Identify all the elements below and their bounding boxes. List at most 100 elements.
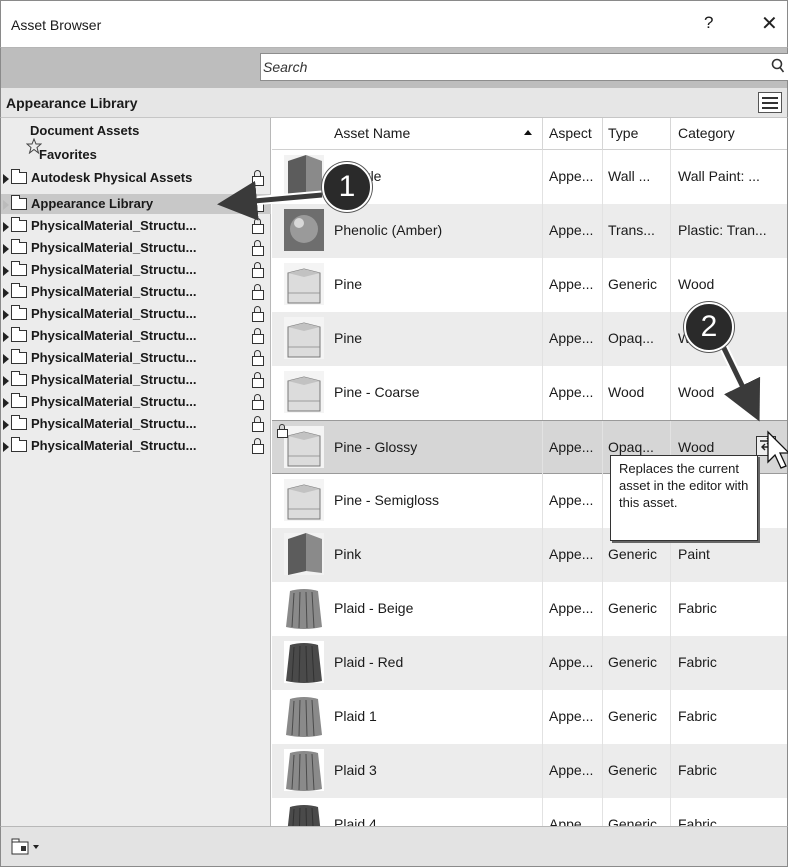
asset-category-cell: Fabric <box>678 762 717 778</box>
help-button[interactable]: ? <box>704 13 713 33</box>
list-view-icon[interactable] <box>758 92 782 113</box>
lock-icon <box>276 424 288 438</box>
expand-arrow-icon[interactable] <box>3 266 9 276</box>
tree-item-label: PhysicalMaterial_Structu... <box>31 306 197 321</box>
asset-row[interactable]: Pine - Coarse Appe... Wood Wood <box>272 366 787 420</box>
column-header-asset-name[interactable]: Asset Name <box>334 125 410 141</box>
expand-arrow-icon[interactable] <box>3 442 9 452</box>
asset-type-cell: Wood <box>608 384 645 400</box>
asset-category-cell: Fabric <box>678 654 717 670</box>
tree-item-physical-material[interactable]: PhysicalMaterial_Structu... <box>1 414 271 434</box>
tree-item-label: PhysicalMaterial_Structu... <box>31 438 197 453</box>
tree-item-physical-material[interactable]: PhysicalMaterial_Structu... <box>1 304 271 324</box>
tree-item-physical-material[interactable]: PhysicalMaterial_Structu... <box>1 392 271 412</box>
asset-thumbnail <box>284 803 324 826</box>
asset-type-cell: Generic <box>608 276 658 292</box>
expand-arrow-icon[interactable] <box>3 222 9 232</box>
tree-item-physical-material[interactable]: PhysicalMaterial_Structu... <box>1 216 271 236</box>
tree-item-label: PhysicalMaterial_Structu... <box>31 328 197 343</box>
asset-category-cell: Wood <box>678 276 715 292</box>
tree-item-physical-material[interactable]: PhysicalMaterial_Structu... <box>1 348 271 368</box>
asset-thumbnail <box>284 533 324 575</box>
asset-row[interactable]: Plaid 4 Appe... Generic Fabric <box>272 798 787 826</box>
asset-thumbnail <box>284 587 324 629</box>
window-title: Asset Browser <box>11 17 102 33</box>
lock-icon <box>251 196 264 212</box>
search-icon[interactable] <box>771 58 785 78</box>
asset-category-cell: Wood <box>678 384 715 400</box>
replace-asset-icon[interactable] <box>756 436 776 456</box>
tree-item-physical-material[interactable]: PhysicalMaterial_Structu... <box>1 238 271 258</box>
folder-icon <box>11 305 27 320</box>
asset-aspect-cell: Appe... <box>549 330 594 346</box>
close-button[interactable]: ✕ <box>761 11 778 36</box>
column-header-type[interactable]: Type <box>608 125 638 141</box>
asset-aspect-cell: Appe... <box>549 222 594 238</box>
expand-arrow-icon[interactable] <box>3 288 9 298</box>
expand-arrow-icon[interactable] <box>3 332 9 342</box>
expand-arrow-icon[interactable] <box>3 174 9 184</box>
footer-bar <box>0 826 788 867</box>
asset-aspect-cell: Appe... <box>549 492 594 508</box>
asset-category-cell: Plastic: Tran... <box>678 222 767 238</box>
sort-ascending-icon <box>524 130 532 135</box>
expand-arrow-icon[interactable] <box>3 376 9 386</box>
asset-aspect-cell: Appe... <box>549 546 594 562</box>
tree-item-label: PhysicalMaterial_Structu... <box>31 416 197 431</box>
folder-icon <box>11 349 27 364</box>
asset-row[interactable]: Plaid 3 Appe... Generic Fabric <box>272 744 787 798</box>
tree-item-physical-material[interactable]: PhysicalMaterial_Structu... <box>1 370 271 390</box>
expand-arrow-icon[interactable] <box>3 420 9 430</box>
folder-icon <box>11 195 27 210</box>
expand-arrow-icon[interactable] <box>3 310 9 320</box>
expand-arrow-icon[interactable] <box>3 354 9 364</box>
tree-item-favorites-label: Favorites <box>1 147 271 163</box>
asset-category-cell: Fabric <box>678 600 717 616</box>
expand-arrow-icon[interactable] <box>3 200 9 210</box>
tree-item-label: Autodesk Physical Assets <box>31 170 193 185</box>
search-input[interactable] <box>260 53 788 81</box>
asset-aspect-cell: Appe... <box>549 439 594 455</box>
asset-row[interactable]: Phenolic (Amber) Appe... Trans... Plastic: … <box>272 204 787 258</box>
asset-name-cell: Plaid - Beige <box>334 600 414 616</box>
lock-icon <box>251 416 264 432</box>
tree-item-label: PhysicalMaterial_Structu... <box>31 240 197 255</box>
asset-aspect-cell: Appe... <box>549 276 594 292</box>
replace-asset-tooltip: Replaces the current asset in the editor… <box>610 455 758 541</box>
tree-item-label: PhysicalMaterial_Structu... <box>31 218 197 233</box>
library-menu-icon[interactable] <box>11 837 55 857</box>
asset-row[interactable]: Plaid - Beige Appe... Generic Fabric <box>272 582 787 636</box>
asset-aspect-cell: Appe... <box>549 816 594 826</box>
lock-icon <box>251 328 264 344</box>
tree-item-physical-material[interactable]: PhysicalMaterial_Structu... <box>1 282 271 302</box>
tree-item-physical-material[interactable]: PhysicalMaterial_Structu... <box>1 326 271 346</box>
tree-item-label: PhysicalMaterial_Structu... <box>31 284 197 299</box>
expand-arrow-icon[interactable] <box>3 398 9 408</box>
tree-item-appearance-library[interactable]: Appearance Library <box>1 194 271 214</box>
folder-icon <box>11 169 27 184</box>
column-header-category[interactable]: Category <box>678 125 735 141</box>
lock-icon <box>251 218 264 234</box>
asset-row[interactable]: Plaid - Red Appe... Generic Fabric <box>272 636 787 690</box>
asset-type-cell: Opaq... <box>608 439 654 455</box>
expand-arrow-icon[interactable] <box>3 244 9 254</box>
tree-item-physical-material[interactable]: PhysicalMaterial_Structu... <box>1 260 271 280</box>
asset-thumbnail <box>284 749 324 791</box>
asset-category-cell: Fabric <box>678 708 717 724</box>
asset-type-cell: Generic <box>608 600 658 616</box>
folder-icon <box>11 327 27 342</box>
asset-category-cell: Fabric <box>678 816 717 826</box>
folder-icon <box>11 239 27 254</box>
folder-icon <box>11 371 27 386</box>
asset-list-header: Asset Name Aspect Type Category <box>272 118 787 150</box>
tree-item-physical-material[interactable]: PhysicalMaterial_Structu... <box>1 436 271 456</box>
library-tree: Document Assets Favorites Autodesk Physi… <box>0 118 271 826</box>
column-header-aspect[interactable]: Aspect <box>549 125 592 141</box>
tree-item-autodesk-physical-assets[interactable]: Autodesk Physical Assets <box>1 168 271 188</box>
tree-item-label: Document Assets <box>30 123 140 138</box>
asset-aspect-cell: Appe... <box>549 168 594 184</box>
asset-type-cell: Generic <box>608 708 658 724</box>
asset-name-cell: Pine <box>334 330 363 346</box>
asset-type-cell: Generic <box>608 546 658 562</box>
asset-row[interactable]: Plaid 1 Appe... Generic Fabric <box>272 690 787 744</box>
